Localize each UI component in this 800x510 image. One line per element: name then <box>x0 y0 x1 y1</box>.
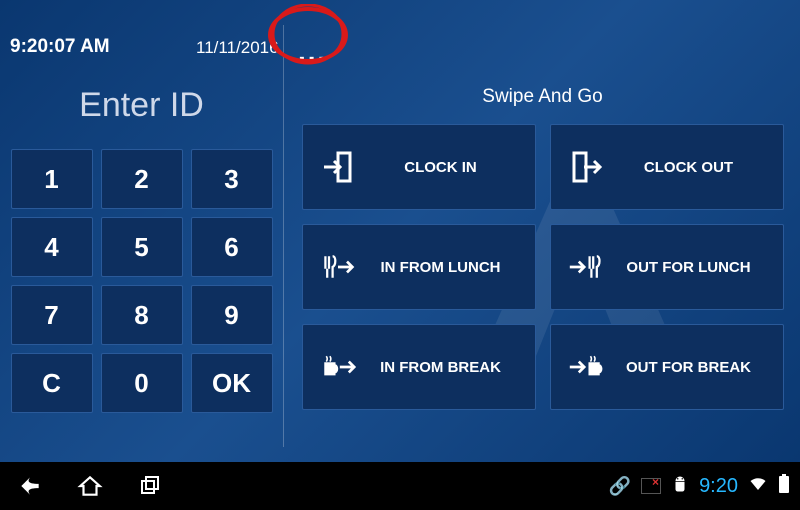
in-from-break-label: IN FROM BREAK <box>365 359 527 376</box>
in-from-lunch-label: IN FROM LUNCH <box>365 259 527 276</box>
out-for-break-button[interactable]: OUT FOR BREAK <box>550 324 784 410</box>
home-button[interactable] <box>60 462 120 510</box>
status-clock: 9:20 <box>699 475 738 498</box>
vertical-divider <box>283 25 284 447</box>
break-out-icon <box>559 325 613 409</box>
out-for-break-label: OUT FOR BREAK <box>613 359 775 376</box>
key-9[interactable]: 9 <box>191 285 273 345</box>
link-icon: 🔗 <box>609 476 631 497</box>
status-area[interactable]: 🔗 9:20 <box>609 474 800 499</box>
in-from-lunch-button[interactable]: IN FROM LUNCH <box>302 224 536 310</box>
header-time: 9:20:07 AM <box>10 36 110 58</box>
key-2[interactable]: 2 <box>101 149 183 209</box>
lunch-in-icon <box>311 225 365 309</box>
header-date: 11/11/2016 <box>196 38 279 58</box>
clock-in-label: CLOCK IN <box>365 159 527 176</box>
key-4[interactable]: 4 <box>11 217 93 277</box>
id-entry-panel: Enter ID 1 2 3 4 5 6 7 8 9 C 0 OK <box>0 60 283 462</box>
clock-in-button[interactable]: CLOCK IN <box>302 124 536 210</box>
key-7[interactable]: 7 <box>11 285 93 345</box>
swipe-and-go-panel: Swipe And Go CLOCK IN CLOCK OUT IN FROM … <box>285 60 800 462</box>
back-button[interactable] <box>0 462 60 510</box>
swipe-title: Swipe And Go <box>482 86 602 108</box>
action-grid: CLOCK IN CLOCK OUT IN FROM LUNCH OUT FOR… <box>302 124 784 410</box>
battery-icon <box>778 474 790 499</box>
enter-door-icon <box>311 125 365 209</box>
key-clear[interactable]: C <box>11 353 93 413</box>
key-6[interactable]: 6 <box>191 217 273 277</box>
out-for-lunch-label: OUT FOR LUNCH <box>613 259 775 276</box>
out-for-lunch-button[interactable]: OUT FOR LUNCH <box>550 224 784 310</box>
lunch-out-icon <box>559 225 613 309</box>
key-8[interactable]: 8 <box>101 285 183 345</box>
numeric-keypad: 1 2 3 4 5 6 7 8 9 C 0 OK <box>11 149 273 413</box>
key-0[interactable]: 0 <box>101 353 183 413</box>
key-3[interactable]: 3 <box>191 149 273 209</box>
clock-out-label: CLOCK OUT <box>613 159 775 176</box>
key-5[interactable]: 5 <box>101 217 183 277</box>
header-bar: 9:20:07 AM 11/11/2016 ... <box>0 0 800 60</box>
wifi-icon <box>748 475 768 498</box>
key-1[interactable]: 1 <box>11 149 93 209</box>
break-in-icon <box>311 325 365 409</box>
key-ok[interactable]: OK <box>191 353 273 413</box>
enter-id-title: Enter ID <box>79 86 204 125</box>
android-nav-bar: 🔗 9:20 <box>0 462 800 510</box>
in-from-break-button[interactable]: IN FROM BREAK <box>302 324 536 410</box>
android-debug-icon <box>671 475 689 498</box>
recent-apps-button[interactable] <box>120 462 180 510</box>
terminal-icon <box>641 478 661 494</box>
clock-out-button[interactable]: CLOCK OUT <box>550 124 784 210</box>
exit-door-icon <box>559 125 613 209</box>
